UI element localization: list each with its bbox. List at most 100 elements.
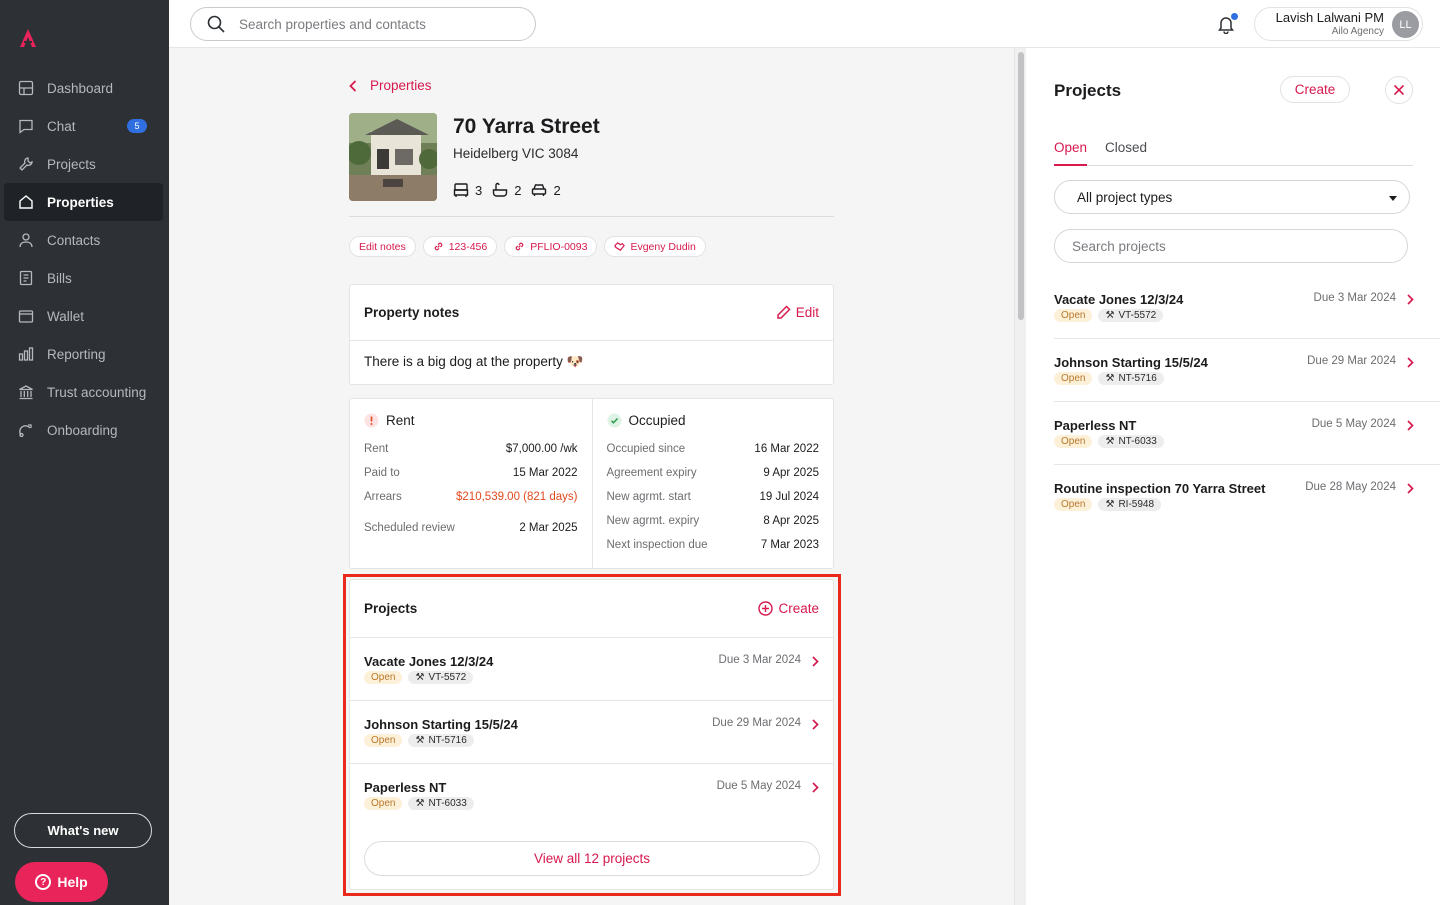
status-badge: Open xyxy=(1054,372,1093,385)
project-due: Due 5 May 2024 xyxy=(1311,418,1396,430)
sidebar-item-bills[interactable]: Bills xyxy=(4,259,163,297)
sidebar-item-projects[interactable]: Projects xyxy=(4,145,163,183)
tab-open[interactable]: Open xyxy=(1054,140,1088,166)
sidebar-nav: Dashboard Chat 5 Projects Properties Con… xyxy=(4,69,163,449)
occupied-row-value: 16 Mar 2022 xyxy=(754,443,819,455)
main-scrollbar[interactable] xyxy=(1014,48,1026,905)
project-search[interactable] xyxy=(1054,229,1408,263)
ailo-logo[interactable] xyxy=(18,28,38,48)
global-search[interactable] xyxy=(190,7,536,41)
bank-icon xyxy=(18,384,34,400)
bar-chart-icon xyxy=(18,346,34,362)
property-features: 3 2 2 xyxy=(453,182,561,198)
card-header: Property notes Edit xyxy=(350,285,833,341)
scroll-thumb[interactable] xyxy=(1018,52,1024,320)
edit-notes-chip[interactable]: Edit notes xyxy=(349,236,416,257)
rent-row-label: Arrears xyxy=(364,491,402,503)
chevron-right-icon xyxy=(1407,357,1414,368)
status-badge: Open xyxy=(1054,498,1093,511)
top-bar: Lavish Lalwani PM Ailo Agency LL xyxy=(169,0,1440,48)
status-badge: Open xyxy=(1054,309,1093,322)
project-type-select[interactable]: All project types xyxy=(1054,180,1410,214)
rent-row: Scheduled review 2 Mar 2025 xyxy=(364,516,578,540)
chevron-right-icon xyxy=(1407,483,1414,494)
owner-chip[interactable]: Evgeny Dudin xyxy=(604,236,706,257)
occupied-row-value: 9 Apr 2025 xyxy=(763,467,819,479)
rent-row-label: Rent xyxy=(364,443,389,455)
occupied-row-value: 7 Mar 2023 xyxy=(760,539,819,551)
parking-feature: 2 xyxy=(531,182,561,198)
project-search-input[interactable] xyxy=(1072,238,1372,254)
chip-label: Evgeny Dudin xyxy=(630,240,696,253)
project-tags: Open ⚒ VT-5572 xyxy=(1054,309,1164,322)
chevron-right-icon xyxy=(1407,420,1414,431)
avatar: LL xyxy=(1392,11,1419,38)
property-chips: Edit notes 123-456 PFLIO-0093 Evgeny Dud… xyxy=(349,236,706,257)
edit-notes-button[interactable]: Edit xyxy=(776,305,819,320)
header-divider xyxy=(349,216,834,217)
panel-create-button[interactable]: Create xyxy=(1280,76,1350,103)
rent-row-value: 15 Mar 2022 xyxy=(512,467,578,479)
rent-section: Rent Rent $7,000.00 /wk Paid to 15 Mar 202… xyxy=(350,399,592,568)
sidebar-item-label: Trust accounting xyxy=(47,384,147,400)
warning-icon xyxy=(364,413,379,428)
project-row[interactable]: Johnson Starting 15/5/24 Open ⚒ NT-5716 D… xyxy=(1054,339,1440,402)
search-icon xyxy=(207,15,225,33)
project-row[interactable]: Vacate Jones 12/3/24 Open ⚒ VT-5572 Due 3… xyxy=(1054,276,1440,339)
user-menu[interactable]: Lavish Lalwani PM Ailo Agency LL xyxy=(1254,7,1423,41)
wrench-icon: ⚒ xyxy=(1105,373,1115,384)
rent-row: Arrears $210,539.00 (821 days) xyxy=(364,485,578,509)
search-input[interactable] xyxy=(239,16,519,32)
help-button[interactable]: ? Help xyxy=(15,862,108,902)
back-to-properties-link[interactable]: Properties xyxy=(349,78,432,93)
occupied-row-label: Occupied since xyxy=(606,443,686,455)
sidebar: Dashboard Chat 5 Projects Properties Con… xyxy=(0,0,169,905)
sidebar-item-chat[interactable]: Chat 5 xyxy=(4,107,163,145)
caret-down-icon xyxy=(1389,196,1397,201)
sidebar-item-wallet[interactable]: Wallet xyxy=(4,297,163,335)
projects-panel: Projects Create Open Closed All project … xyxy=(1026,48,1440,905)
folio-chip[interactable]: PFLIO-0093 xyxy=(504,236,598,257)
wrench-icon: ⚒ xyxy=(1105,310,1115,321)
close-panel-button[interactable] xyxy=(1385,76,1413,104)
occupied-row: Occupied since 16 Mar 2022 xyxy=(607,437,820,461)
panel-tabs: Open Closed xyxy=(1054,140,1413,166)
management-chip[interactable]: 123-456 xyxy=(422,236,498,257)
sidebar-item-label: Projects xyxy=(47,156,96,172)
card-title: Property notes xyxy=(364,305,460,320)
select-value: All project types xyxy=(1077,189,1173,205)
occupied-row-value: 8 Apr 2025 xyxy=(763,515,819,527)
sidebar-item-contacts[interactable]: Contacts xyxy=(4,221,163,259)
sidebar-item-reporting[interactable]: Reporting xyxy=(4,335,163,373)
bed-icon xyxy=(453,183,469,197)
sidebar-item-onboarding[interactable]: Onboarding xyxy=(4,411,163,449)
occupied-row: Next inspection due 7 Mar 2023 xyxy=(607,533,820,557)
sidebar-item-dashboard[interactable]: Dashboard xyxy=(4,69,163,107)
sidebar-item-properties[interactable]: Properties xyxy=(4,183,163,221)
project-row[interactable]: Routine inspection 70 Yarra Street Open … xyxy=(1054,465,1440,528)
home-icon xyxy=(18,194,34,210)
occupied-row-label: Agreement expiry xyxy=(606,467,697,479)
status-badge: Open xyxy=(1054,435,1093,448)
whats-new-button[interactable]: What's new xyxy=(14,813,152,848)
tab-closed[interactable]: Closed xyxy=(1105,140,1147,166)
highlight-box xyxy=(343,574,841,896)
panel-project-list: Vacate Jones 12/3/24 Open ⚒ VT-5572 Due 3… xyxy=(1054,276,1440,528)
rent-row-label: Scheduled review xyxy=(364,522,455,534)
rent-row: Paid to 15 Mar 2022 xyxy=(364,461,578,485)
tenancy-info-card: Rent Rent $7,000.00 /wk Paid to 15 Mar 202… xyxy=(349,398,834,569)
rent-row-value: $7,000.00 /wk xyxy=(505,443,578,455)
project-name: Vacate Jones 12/3/24 xyxy=(1054,292,1184,307)
user-agency: Ailo Agency xyxy=(1331,26,1384,37)
property-address: Heidelberg VIC 3084 xyxy=(453,146,579,161)
sidebar-item-trust-accounting[interactable]: Trust accounting xyxy=(4,373,163,411)
link-icon xyxy=(434,242,443,251)
project-row[interactable]: Paperless NT Open ⚒ NT-6033 Due 5 May 202… xyxy=(1054,402,1440,465)
project-tags: Open ⚒ NT-6033 xyxy=(1054,435,1164,448)
chevron-right-icon xyxy=(1407,294,1414,305)
parking-count: 2 xyxy=(553,182,561,198)
arrears-value: $210,539.00 (821 days) xyxy=(456,491,578,503)
project-due: Due 3 Mar 2024 xyxy=(1313,292,1396,304)
occupied-title: Occupied xyxy=(628,413,686,428)
sidebar-item-label: Contacts xyxy=(47,232,101,248)
